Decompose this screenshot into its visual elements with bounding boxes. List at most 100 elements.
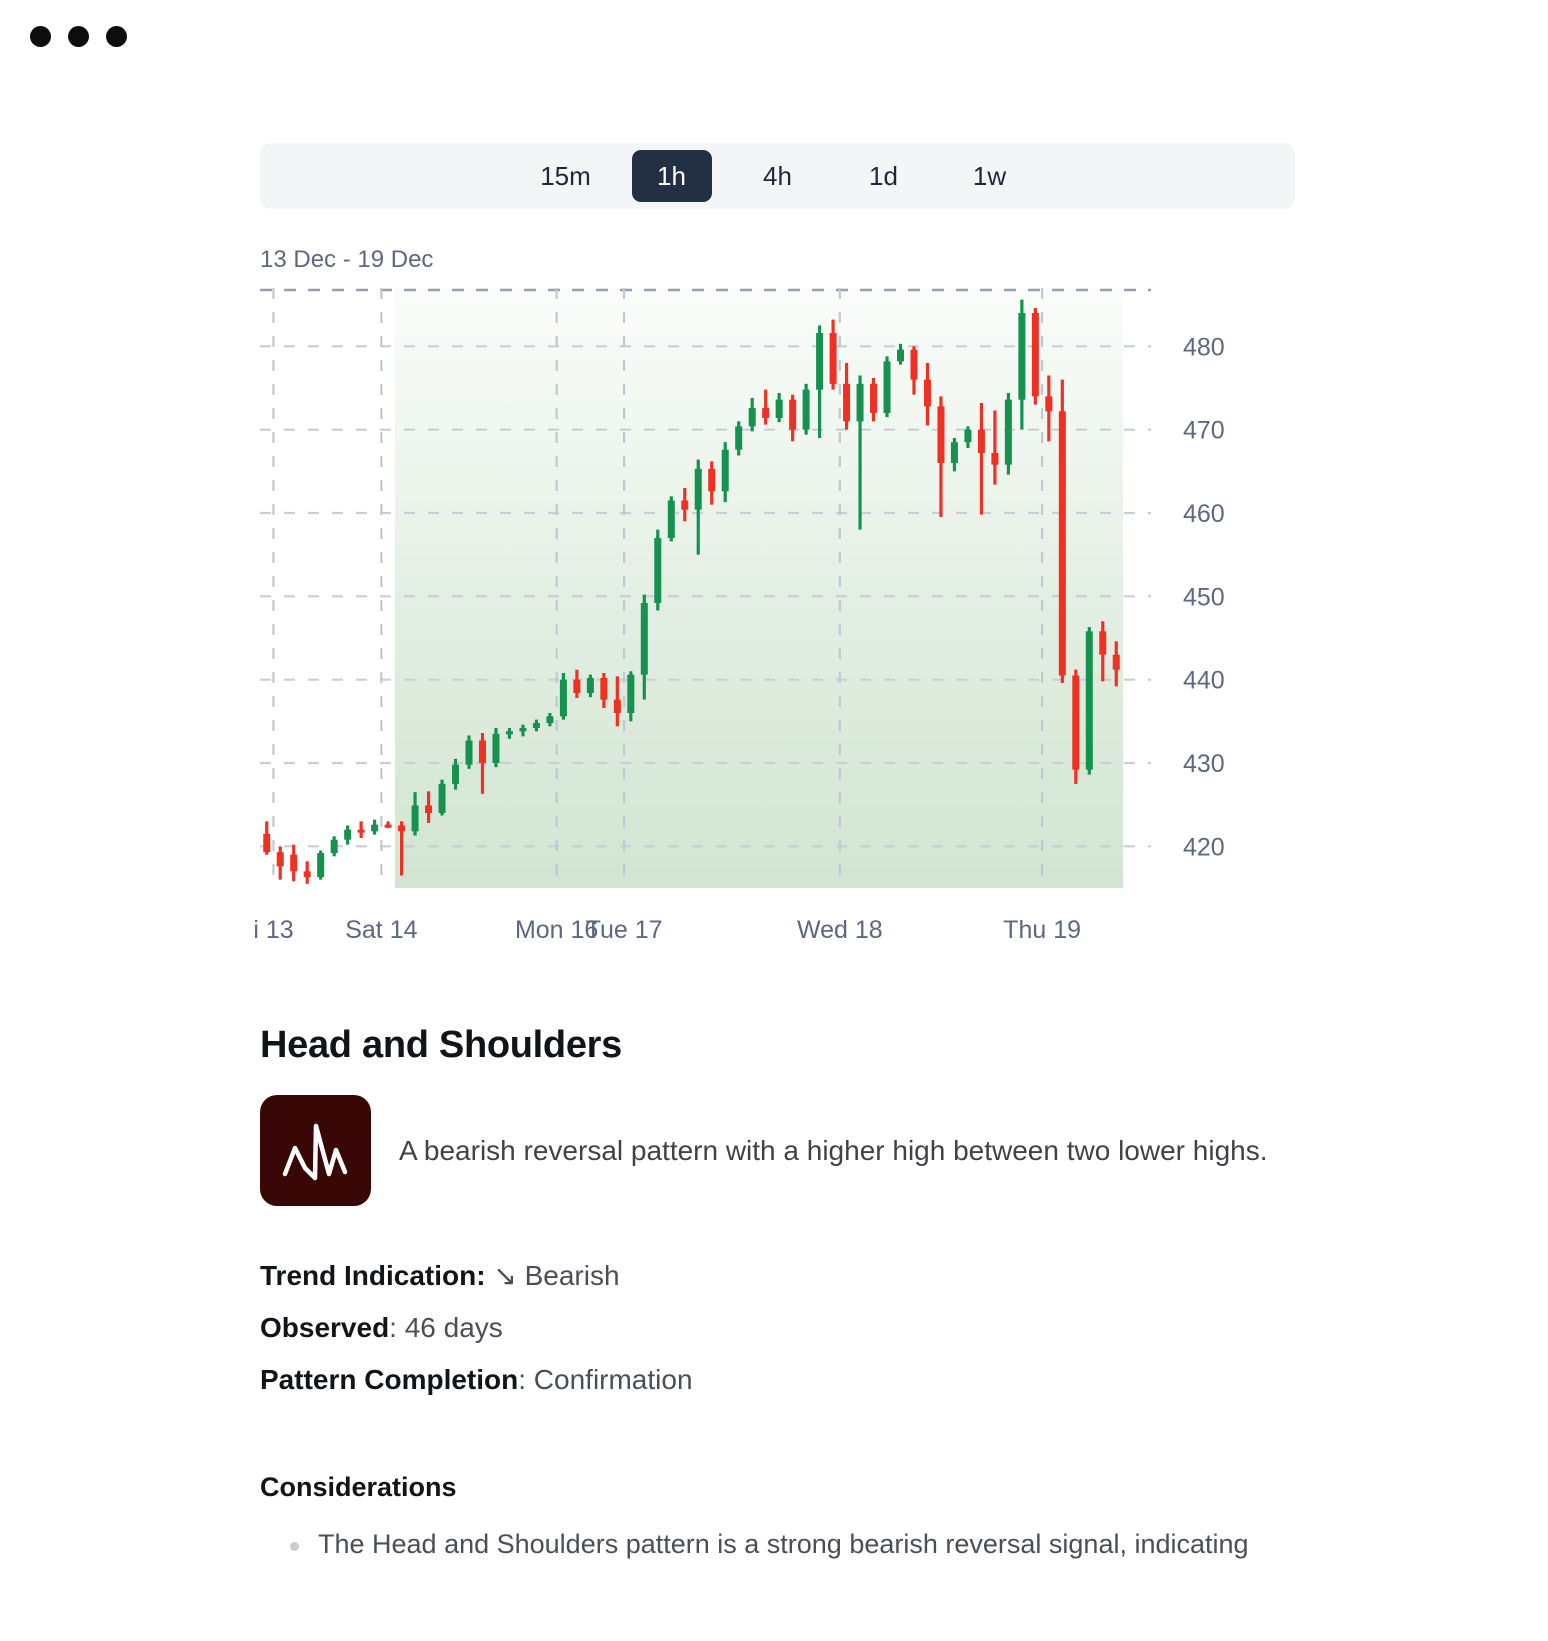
- timeframe-option-1w[interactable]: 1w: [950, 150, 1030, 202]
- candle-body: [600, 678, 608, 700]
- candle-body: [344, 829, 352, 840]
- candle-body: [1072, 675, 1080, 770]
- pattern-completion-label: Pattern Completion: [260, 1364, 519, 1395]
- y-axis-tick-label: 430: [1183, 750, 1225, 778]
- x-axis-tick-label: Wed 18: [797, 916, 883, 940]
- timeframe-option-1d[interactable]: 1d: [844, 150, 924, 202]
- candle-body: [559, 679, 567, 717]
- pattern-completion-row: Pattern Completion: Confirmation: [260, 1362, 1295, 1397]
- observed-row: Observed: 46 days: [260, 1310, 1295, 1345]
- trend-down-arrow-icon: ↘: [493, 1260, 517, 1291]
- candle-body: [640, 603, 648, 675]
- timeframe-option-1h[interactable]: 1h: [631, 150, 712, 202]
- pattern-highlight-region: [394, 288, 1123, 888]
- y-axis-tick-label: 440: [1183, 667, 1225, 695]
- y-axis-tick-label: 420: [1183, 833, 1225, 861]
- candle-body: [263, 833, 271, 853]
- candle-body: [627, 674, 635, 713]
- candle-body: [721, 449, 729, 492]
- candle-body: [276, 852, 284, 867]
- candle-body: [829, 333, 837, 384]
- x-axis-tick-label: Tue 17: [586, 916, 663, 940]
- candle-body: [317, 853, 325, 878]
- candle-body: [546, 716, 554, 723]
- candle-body: [870, 383, 878, 413]
- candle-body: [923, 379, 931, 407]
- y-axis-tick-label: 470: [1183, 417, 1225, 445]
- y-axis-tick-label: 460: [1183, 500, 1225, 528]
- timeframe-option-4h[interactable]: 4h: [738, 150, 818, 202]
- candle-body: [586, 678, 594, 693]
- timeframe-selector: 15m 1h 4h 1d 1w: [260, 143, 1295, 209]
- window-dot-3[interactable]: [106, 26, 127, 47]
- candle-body: [384, 824, 392, 828]
- candle-body: [425, 805, 433, 813]
- candle-body: [667, 500, 675, 538]
- peaks-glyph: [282, 1123, 347, 1180]
- trend-indication-value: Bearish: [524, 1260, 620, 1291]
- candle-body: [371, 824, 379, 832]
- candle-body: [1004, 399, 1012, 465]
- candle-body: [802, 389, 810, 430]
- pattern-description: A bearish reversal pattern with a higher…: [399, 1134, 1268, 1166]
- candle-body: [438, 783, 446, 813]
- pattern-summary-row: A bearish reversal pattern with a higher…: [260, 1095, 1295, 1206]
- candle-body: [937, 406, 945, 463]
- trend-indication-label: Trend Indication:: [260, 1260, 486, 1291]
- candle-body: [1031, 313, 1039, 397]
- candle-body: [816, 333, 824, 390]
- x-axis-tick-label: Sat 14: [345, 916, 417, 940]
- candle-body: [762, 408, 770, 418]
- candle-body: [910, 349, 918, 380]
- candle-body: [505, 731, 513, 735]
- chart-canvas: 420430440450460470480i 13 Sat 14 Mon 16Tue…: [255, 288, 1225, 940]
- considerations-heading: Considerations: [260, 1472, 457, 1502]
- window-dot-2[interactable]: [68, 26, 89, 47]
- candle-body: [478, 740, 486, 763]
- pattern-metadata: Trend Indication: ↘ Bearish Observed: 46…: [260, 1258, 1295, 1414]
- candle-body: [950, 442, 958, 463]
- x-axis-tick-label: i 13: [255, 916, 294, 940]
- chart-date-range: 13 Dec - 19 Dec: [260, 246, 434, 273]
- observed-value: : 46 days: [389, 1312, 503, 1343]
- candle-body: [613, 699, 621, 713]
- candle-body: [303, 871, 311, 878]
- candle-body: [532, 723, 540, 728]
- observed-label: Observed: [260, 1312, 390, 1343]
- considerations-list: The Head and Shoulders pattern is a stro…: [260, 1525, 1295, 1563]
- y-axis-tick-label: 480: [1183, 333, 1225, 361]
- candle-body: [964, 429, 972, 443]
- candle-body: [748, 408, 756, 427]
- candle-body: [843, 383, 851, 422]
- candle-body: [290, 854, 298, 872]
- candle-body: [1112, 654, 1120, 670]
- candle-body: [654, 538, 662, 603]
- y-axis-tick-label: 450: [1183, 583, 1225, 611]
- candle-body: [411, 805, 419, 832]
- candle-body: [789, 399, 797, 430]
- candle-body: [977, 429, 985, 453]
- candle-body: [694, 468, 702, 510]
- candle-body: [897, 349, 905, 362]
- candle-body: [735, 426, 743, 450]
- consideration-item: The Head and Shoulders pattern is a stro…: [260, 1525, 1295, 1563]
- candle-body: [330, 839, 338, 853]
- head-and-shoulders-icon: [260, 1095, 371, 1206]
- candle-body: [398, 825, 406, 832]
- window-controls: [30, 26, 127, 47]
- candlestick-chart[interactable]: 420 430 440 450 460 470 480 i 13 Sat 14 Mon 16 Tue…: [255, 280, 1295, 940]
- candle-body: [357, 829, 365, 833]
- window-dot-1[interactable]: [30, 26, 51, 47]
- candle-body: [465, 740, 473, 765]
- timeframe-option-15m[interactable]: 15m: [526, 150, 606, 202]
- pattern-completion-value: : Confirmation: [518, 1364, 693, 1395]
- candle-body: [775, 399, 783, 418]
- candle-body: [452, 764, 460, 784]
- page-title: Head and Shoulders: [260, 1024, 623, 1066]
- candle-body: [573, 679, 581, 693]
- candle-body: [1018, 313, 1026, 400]
- candle-body: [1058, 411, 1066, 676]
- candle-body: [856, 383, 864, 422]
- x-axis-tick-label: Thu 19: [1003, 916, 1081, 940]
- candle-body: [492, 733, 500, 763]
